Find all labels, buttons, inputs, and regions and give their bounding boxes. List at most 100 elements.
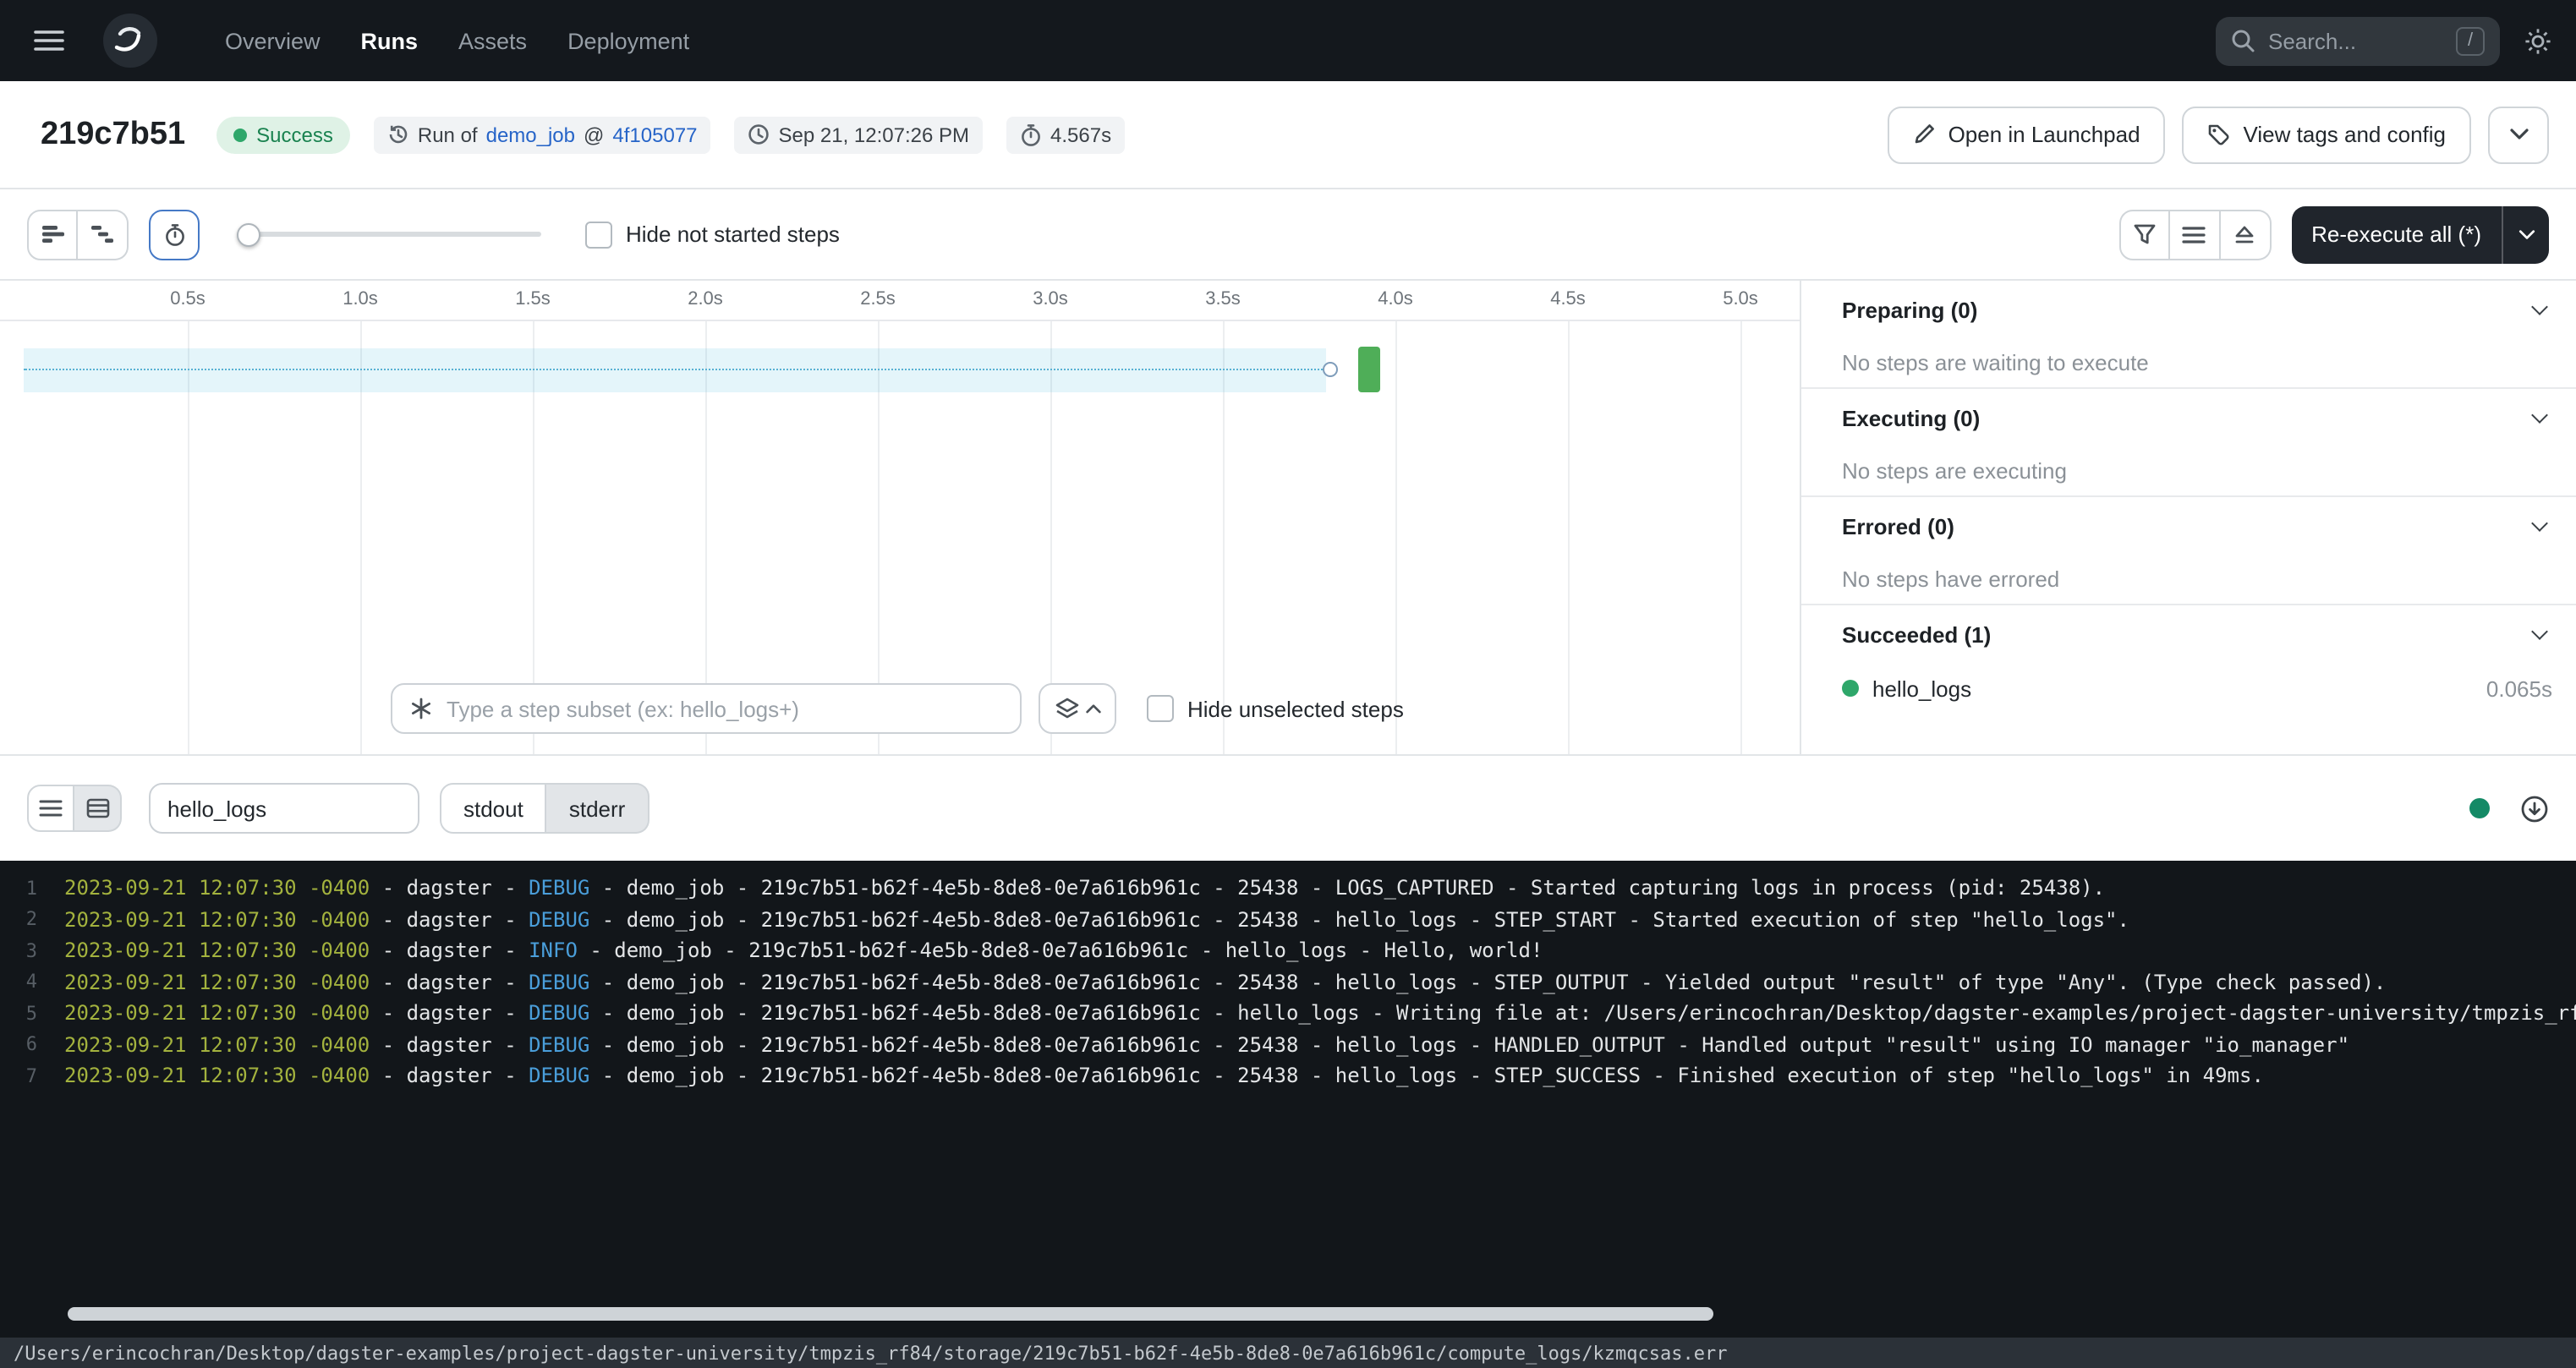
timer-icon [163, 222, 185, 246]
hide-unselected-checkbox[interactable] [1147, 695, 1174, 722]
log-level: DEBUG [529, 908, 589, 932]
timed-view-button[interactable] [149, 209, 200, 260]
settings-button[interactable] [2524, 26, 2552, 55]
step-row[interactable]: hello_logs0.065s [1801, 663, 2576, 714]
waterfall-view-button[interactable] [78, 209, 129, 260]
reexecute-all-button[interactable]: Re-execute all (*) [2291, 222, 2502, 247]
run-of-separator: @ [584, 123, 604, 146]
log-level: DEBUG [529, 971, 589, 994]
log-line-number: 4 [0, 971, 37, 993]
step-section-header[interactable]: Errored (0) [1801, 497, 2576, 555]
log-timestamp: 2023-09-21 12:07:30 -0400 [64, 1002, 370, 1026]
run-body: 0.5s1.0s1.5s2.0s2.5s3.0s3.5s4.0s4.5s5.0s… [0, 281, 2576, 756]
log-source: - dagster - [370, 971, 529, 994]
rows-button[interactable] [2169, 209, 2220, 260]
status-label: Success [256, 123, 333, 146]
graph-query-toggle-button[interactable] [1039, 683, 1116, 734]
structured-log-view-button[interactable] [27, 785, 74, 832]
menu-button[interactable] [24, 19, 74, 63]
view-tags-label: View tags and config [2244, 122, 2446, 147]
horizontal-scrollbar[interactable] [68, 1307, 1713, 1321]
step-section-title: Succeeded (1) [1842, 621, 1991, 647]
axis-tick: 2.0s [688, 289, 723, 309]
gantt-chart: 0.5s1.0s1.5s2.0s2.5s3.0s3.5s4.0s4.5s5.0s… [0, 281, 1801, 754]
start-time-value: Sep 21, 12:07:26 PM [779, 123, 970, 146]
zoom-slider-track [237, 232, 541, 237]
hide-not-started-control[interactable]: Hide not started steps [585, 221, 840, 248]
job-link[interactable]: demo_job [486, 123, 575, 146]
axis-tick: 2.5s [860, 289, 896, 309]
step-section-title: Preparing (0) [1842, 297, 1977, 322]
waterfall-view-icon [90, 223, 115, 245]
search-placeholder: Search... [2268, 28, 2442, 53]
download-logs-button[interactable] [2520, 794, 2549, 823]
gantt-view-toggle [27, 209, 129, 260]
run-actions-dropdown-button[interactable] [2488, 106, 2549, 163]
step-section-header[interactable]: Preparing (0) [1801, 281, 2576, 338]
nav-item-runs[interactable]: Runs [343, 18, 437, 63]
step-section-empty-text: No steps have errored [1801, 555, 2576, 605]
log-timestamp: 2023-09-21 12:07:30 -0400 [64, 939, 370, 963]
step-status-panel: Preparing (0)No steps are waiting to exe… [1801, 281, 2576, 754]
log-level: DEBUG [529, 1064, 589, 1088]
nav-item-assets[interactable]: Assets [440, 18, 545, 63]
log-message: - demo_job - 219c7b51-b62f-4e5b-8de8-0e7… [589, 1064, 2264, 1088]
filter-button[interactable] [2118, 209, 2169, 260]
filter-icon [2132, 223, 2156, 245]
axis-tick: 1.5s [515, 289, 551, 309]
step-section-title: Executing (0) [1842, 405, 1980, 430]
hide-not-started-checkbox[interactable] [585, 221, 612, 248]
log-line: 72023-09-21 12:07:30 -0400 - dagster - D… [0, 1060, 2576, 1092]
open-launchpad-button[interactable]: Open in Launchpad [1888, 106, 2166, 163]
hide-unselected-control[interactable]: Hide unselected steps [1147, 695, 1404, 722]
tab-stderr[interactable]: stderr [547, 783, 649, 834]
step-section-title: Errored (0) [1842, 513, 1954, 539]
status-dot [233, 128, 246, 141]
flat-view-button[interactable] [27, 209, 78, 260]
chevron-down-icon [2518, 229, 2535, 239]
axis-tick: 0.5s [170, 289, 206, 309]
log-status-dot [2469, 798, 2490, 818]
gantt-step-bar[interactable] [1358, 347, 1380, 392]
step-section-empty-text: No steps are executing [1801, 446, 2576, 497]
search-input[interactable]: Search... / [2216, 16, 2500, 65]
reexecute-dropdown-button[interactable] [2502, 205, 2549, 263]
run-of-prefix: Run of [418, 123, 478, 146]
view-tags-button[interactable]: View tags and config [2183, 106, 2471, 163]
log-timestamp: 2023-09-21 12:07:30 -0400 [64, 1033, 370, 1057]
axis-tick: 5.0s [1723, 289, 1758, 309]
dagster-logo[interactable] [101, 12, 159, 69]
step-subset-input[interactable]: Type a step subset (ex: hello_logs+) [391, 683, 1022, 734]
log-message: - demo_job - 219c7b51-b62f-4e5b-8de8-0e7… [589, 908, 2129, 932]
tab-stdout[interactable]: stdout [440, 783, 547, 834]
run-id: 219c7b51 [41, 116, 185, 153]
gantt-controls: Type a step subset (ex: hello_logs+) Hid… [391, 683, 1404, 734]
log-line: 62023-09-21 12:07:30 -0400 - dagster - D… [0, 1029, 2576, 1060]
flat-view-icon [40, 223, 65, 245]
hide-not-started-label: Hide not started steps [626, 222, 840, 247]
log-line: 22023-09-21 12:07:30 -0400 - dagster - D… [0, 904, 2576, 935]
nav-item-deployment[interactable]: Deployment [549, 18, 708, 63]
step-start-marker [1323, 362, 1338, 377]
rows-icon [2182, 224, 2206, 244]
run-of-tag: Run of demo_job @ 4f105077 [374, 116, 711, 153]
log-level: DEBUG [529, 1002, 589, 1026]
selected-row-highlight [24, 348, 1326, 392]
duration-tag: 4.567s [1006, 116, 1125, 153]
step-section-header[interactable]: Executing (0) [1801, 389, 2576, 446]
snapshot-link[interactable]: 4f105077 [612, 123, 697, 146]
pencil-icon [1913, 123, 1935, 145]
log-timestamp: 2023-09-21 12:07:30 -0400 [64, 908, 370, 932]
nav-item-overview[interactable]: Overview [206, 18, 339, 63]
log-source: - dagster - [370, 1002, 529, 1026]
zoom-slider-knob[interactable] [237, 222, 260, 246]
gear-icon [2524, 26, 2552, 55]
log-line: 52023-09-21 12:07:30 -0400 - dagster - D… [0, 998, 2576, 1029]
tag-icon [2208, 123, 2230, 145]
reexecute-split-button: Re-execute all (*) [2291, 205, 2549, 263]
step-section-header[interactable]: Succeeded (1) [1801, 605, 2576, 663]
log-step-filter-input[interactable]: hello_logs [149, 783, 419, 834]
zoom-slider[interactable] [237, 222, 541, 246]
panel-toggle-button[interactable] [2220, 209, 2271, 260]
raw-log-view-button[interactable] [74, 785, 122, 832]
